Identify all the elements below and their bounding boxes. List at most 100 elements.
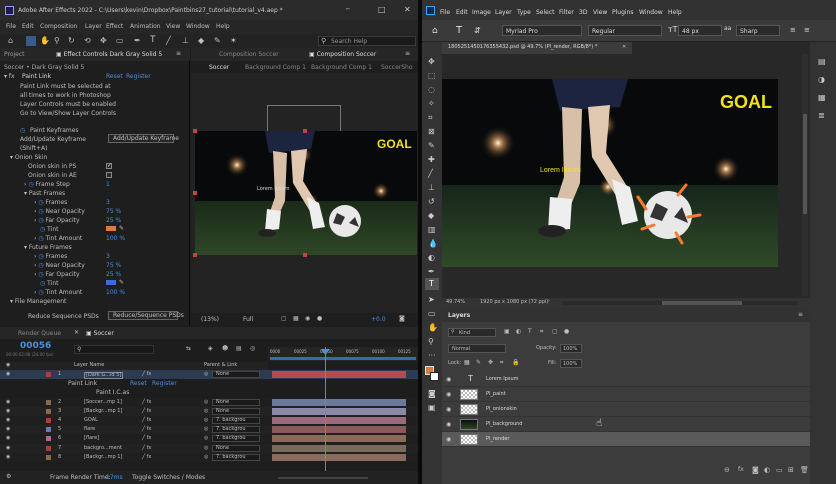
zoom-dropdown[interactable]: (13%): [201, 317, 219, 323]
brush-tool-icon[interactable]: ╱: [166, 37, 171, 45]
menu-select[interactable]: Select: [536, 10, 555, 16]
type-tool-icon[interactable]: T: [150, 36, 156, 45]
time-ruler[interactable]: 0000 00025 00050 00075 00100 00125: [268, 347, 418, 361]
filter-toggle-icon[interactable]: ●: [564, 329, 569, 335]
type-tool-icon[interactable]: T: [456, 26, 462, 36]
render-settings-icon[interactable]: ⚙: [6, 474, 11, 480]
layer-name[interactable]: flare: [84, 427, 95, 432]
shape-tool-icon[interactable]: ▭: [428, 310, 436, 318]
parent-pickwhip-icon[interactable]: ◎: [204, 408, 208, 414]
snapshot-icon[interactable]: ◙: [399, 316, 405, 322]
handle-icon[interactable]: [303, 253, 307, 257]
scroll-thumb[interactable]: [662, 301, 742, 305]
project-tab[interactable]: Project: [4, 52, 25, 58]
layer-duration-bar[interactable]: [272, 453, 406, 461]
crop-tool-icon[interactable]: ⌗: [428, 114, 433, 122]
font-style-select[interactable]: Regular: [588, 25, 662, 36]
layer-row[interactable]: ◉ 2 [Soccer...mp 1] ╱ fx ◎ None: [0, 397, 418, 407]
menu-image[interactable]: Image: [472, 10, 491, 16]
brush-tool-icon[interactable]: ╱: [428, 170, 433, 178]
label-color-swatch[interactable]: [46, 445, 51, 451]
reset-link[interactable]: Reset: [130, 381, 147, 387]
parent-pickwhip-icon[interactable]: ◎: [204, 445, 208, 451]
menu-3d[interactable]: 3D: [579, 10, 587, 16]
layer-row[interactable]: ◉ 7 backgro...ment ╱ fx ◎ None: [0, 443, 418, 453]
home-icon[interactable]: ⌂: [8, 37, 13, 45]
past-near-opacity-value[interactable]: 75 %: [106, 209, 121, 215]
menu-window[interactable]: Window: [186, 24, 210, 30]
past-tint-amount-value[interactable]: 100 %: [106, 236, 125, 242]
layers-tab[interactable]: Layers: [448, 313, 470, 319]
ps-layer-name[interactable]: Lorem Ipsum: [486, 377, 519, 382]
region-icon[interactable]: ▢: [281, 316, 287, 322]
visibility-eye-icon[interactable]: ◉: [446, 392, 451, 398]
timeline-close-icon[interactable]: ✕: [74, 330, 79, 336]
ps-layer-name[interactable]: Pl_paint: [486, 392, 506, 397]
camera-icon[interactable]: ◉: [305, 316, 310, 322]
switch-icon[interactable]: ╱ fx: [142, 372, 151, 377]
register-link[interactable]: Register: [126, 74, 151, 80]
minimize-button[interactable]: ─: [346, 7, 350, 13]
eye-icon[interactable]: ◉: [6, 445, 10, 451]
gradient-tool-icon[interactable]: ▥: [428, 226, 436, 234]
reset-link[interactable]: Reset: [106, 74, 123, 80]
document-dimensions[interactable]: 1920 px x 1080 px (72 ppi): [480, 300, 548, 305]
subtab-soccer[interactable]: Soccer: [209, 65, 229, 71]
menu-filter[interactable]: Filter: [559, 10, 574, 16]
fill-input[interactable]: 100%: [560, 359, 582, 368]
register-link[interactable]: Register: [152, 381, 177, 387]
eye-icon[interactable]: ◉: [6, 436, 10, 441]
layer-row[interactable]: ◉ 3 [Backgr...mp 1] ╱ fx ◎ None: [0, 406, 418, 416]
shape-tool-icon[interactable]: ▭: [116, 37, 124, 45]
stamp-tool-icon[interactable]: ⊥: [428, 184, 435, 192]
new-group-icon[interactable]: ▭: [776, 467, 783, 474]
label-color-swatch[interactable]: [46, 399, 51, 405]
ps-canvas[interactable]: GOAL Lorem Ipsum: [442, 79, 778, 267]
panel-menu-icon[interactable]: ≡: [176, 51, 181, 57]
switch-icon[interactable]: ╱ fx: [142, 408, 151, 414]
filter-smart-object-icon[interactable]: ▢: [552, 329, 558, 335]
home-icon[interactable]: ⌂: [432, 27, 438, 36]
font-family-select[interactable]: Myriad Pro: [502, 25, 582, 36]
label-color-swatch[interactable]: [46, 408, 51, 414]
eye-icon[interactable]: ◉: [6, 454, 10, 460]
visibility-eye-icon[interactable]: ◉: [446, 377, 451, 383]
font-size-select[interactable]: 48 px: [678, 25, 722, 36]
switch-icon[interactable]: ╱ fx: [142, 436, 151, 441]
healing-tool-icon[interactable]: ✚: [428, 156, 435, 164]
scroll-thumb[interactable]: [803, 114, 807, 214]
future-tint-amount-value[interactable]: 100 %: [106, 290, 125, 296]
stopwatch-icon[interactable]: ◷: [20, 128, 25, 134]
ps-layer-row[interactable]: ◉ Pl_background: [442, 417, 810, 432]
selection-tool-icon[interactable]: [26, 36, 36, 46]
menu-plugins[interactable]: Plugins: [612, 10, 634, 16]
subtab-soccershot[interactable]: SoccerSho: [381, 65, 413, 71]
past-tint-swatch[interactable]: [106, 226, 116, 231]
layer-search-input[interactable]: ⚲: [74, 345, 154, 354]
hand-tool-icon[interactable]: ✋: [428, 324, 438, 332]
eye-icon[interactable]: ◉: [6, 427, 10, 432]
layer-duration-bar[interactable]: [272, 435, 406, 443]
add-style-icon[interactable]: fx: [738, 467, 744, 473]
eyedropper-icon[interactable]: ✎: [119, 226, 124, 232]
eyedropper-icon[interactable]: ✎: [119, 280, 124, 286]
lock-position-icon[interactable]: ✥: [488, 360, 493, 366]
frame-tool-icon[interactable]: ⊠: [428, 128, 435, 136]
label-color-swatch[interactable]: [46, 418, 51, 423]
switch-icon[interactable]: ╱ fx: [142, 418, 151, 423]
layer-duration-bar[interactable]: [272, 426, 406, 434]
ps-layer-row[interactable]: ◉ Pl_render: [442, 432, 810, 447]
doc-tab[interactable]: 1805251450176355432.psd @ 49.7% (Pl_rend…: [442, 42, 632, 54]
filter-pixel-icon[interactable]: ▣: [504, 329, 510, 335]
past-far-opacity-value[interactable]: 25 %: [106, 218, 121, 224]
pen-tool-icon[interactable]: ✒: [428, 268, 435, 276]
draft-3d-icon[interactable]: ◈: [208, 346, 213, 352]
switch-icon[interactable]: ╱ fx: [142, 399, 151, 405]
past-frames-group[interactable]: ▾ Past Frames: [24, 191, 65, 197]
parent-pickwhip-icon[interactable]: ◎: [204, 427, 208, 432]
layer-name[interactable]: [Dark G...id 5]: [84, 372, 124, 379]
future-far-opacity-value[interactable]: 25 %: [106, 272, 121, 278]
lock-all-icon[interactable]: 🔒: [512, 360, 519, 366]
ps-layer-row[interactable]: ◉ Pl_onionskin: [442, 402, 810, 417]
align-left-icon[interactable]: ≡: [790, 27, 796, 34]
